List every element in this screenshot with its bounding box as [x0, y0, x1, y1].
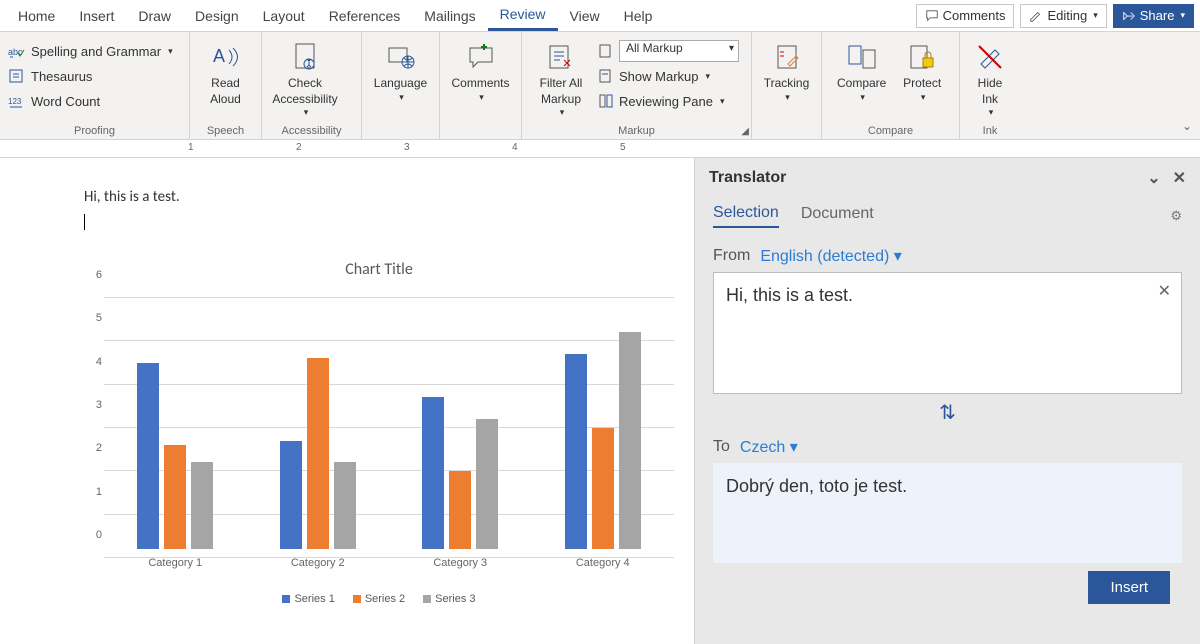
group-compare: Compare [830, 123, 951, 139]
clear-icon[interactable]: ✕ [1158, 281, 1171, 301]
group-ink: Ink [968, 123, 1012, 139]
gear-icon[interactable]: ⚙ [1170, 208, 1182, 224]
ribbon: abcSpelling and Grammar▾ Thesaurus 123Wo… [0, 32, 1200, 140]
bar [280, 441, 302, 549]
to-language[interactable]: Czech ▾ [740, 437, 798, 457]
translator-pane: Translator ⌄ ✕ Selection Document ⚙ From… [694, 158, 1200, 644]
bar [476, 419, 498, 549]
editing-button[interactable]: Editing▾ [1020, 4, 1106, 28]
bar [619, 332, 641, 549]
group-proofing: Proofing [8, 123, 181, 139]
tab-document[interactable]: Document [801, 205, 874, 227]
from-label: From [713, 247, 750, 265]
text-cursor [84, 214, 85, 230]
tracking[interactable]: Tracking▾ [760, 36, 813, 103]
swap-languages[interactable]: ⇅ [713, 400, 1182, 425]
body-text[interactable]: Hi, this is a test. [84, 188, 694, 206]
ribbon-comments[interactable]: Comments▾ [448, 36, 513, 103]
ruler[interactable]: 1 2 3 4 5 [0, 140, 1200, 158]
collapse-ribbon[interactable]: ⌄ [1182, 119, 1192, 133]
bar [422, 397, 444, 549]
filter-markup[interactable]: Filter All Markup▾ [530, 36, 592, 119]
bar [164, 445, 186, 549]
bar [449, 471, 471, 549]
bar [334, 462, 356, 549]
chart-legend: Series 1Series 2Series 3 [84, 593, 674, 605]
document-area[interactable]: Hi, this is a test. Chart Title 0123456C… [0, 158, 694, 644]
tab-selection[interactable]: Selection [713, 204, 779, 228]
source-text[interactable]: Hi, this is a test. ✕ [713, 272, 1182, 394]
svg-text:123: 123 [8, 97, 22, 106]
group-speech: Speech [198, 123, 253, 139]
tab-help[interactable]: Help [612, 2, 665, 30]
group-accessibility: Accessibility [270, 123, 353, 139]
markup-dialog-launcher[interactable]: ◢ [741, 126, 749, 137]
check-accessibility[interactable]: Check Accessibility▾ [270, 36, 340, 119]
bar [137, 363, 159, 549]
share-button[interactable]: Share▾ [1113, 4, 1194, 28]
tab-references[interactable]: References [317, 2, 413, 30]
menu-tabs: Home Insert Draw Design Layout Reference… [0, 0, 1200, 32]
spelling-grammar[interactable]: abcSpelling and Grammar▾ [8, 40, 173, 62]
chart[interactable]: Chart Title 0123456Category 1Category 2C… [84, 260, 674, 605]
reviewing-pane[interactable]: Reviewing Pane▾ [598, 90, 739, 112]
chart-title: Chart Title [84, 260, 674, 279]
tab-view[interactable]: View [558, 2, 612, 30]
markup-icons[interactable]: All Markup [598, 40, 739, 62]
bar [191, 462, 213, 549]
read-aloud[interactable]: ARead Aloud [198, 36, 253, 107]
comments-button[interactable]: Comments [916, 4, 1015, 28]
show-markup[interactable]: Show Markup▾ [598, 65, 739, 87]
word-count[interactable]: 123Word Count [8, 90, 173, 112]
protect[interactable]: Protect▾ [893, 36, 951, 103]
markup-dropdown[interactable]: All Markup [619, 40, 739, 62]
tab-layout[interactable]: Layout [251, 2, 317, 30]
target-text: Dobrý den, toto je test. [713, 463, 1182, 563]
close-icon[interactable]: ✕ [1173, 168, 1186, 188]
compare[interactable]: Compare▾ [830, 36, 893, 103]
tab-review[interactable]: Review [488, 0, 558, 31]
hide-ink[interactable]: Hide Ink▾ [968, 36, 1012, 119]
thesaurus[interactable]: Thesaurus [8, 65, 173, 87]
chevron-down-icon[interactable]: ⌄ [1147, 168, 1160, 188]
bar [592, 428, 614, 549]
group-markup: Markup [530, 123, 743, 139]
pane-title: Translator [709, 169, 786, 187]
svg-text:A: A [213, 46, 225, 66]
tab-home[interactable]: Home [6, 2, 67, 30]
tab-mailings[interactable]: Mailings [412, 2, 487, 30]
bar [307, 358, 329, 549]
to-label: To [713, 438, 730, 456]
tab-draw[interactable]: Draw [126, 2, 183, 30]
bar [565, 354, 587, 549]
from-language[interactable]: English (detected) ▾ [760, 246, 901, 266]
tab-design[interactable]: Design [183, 2, 251, 30]
language[interactable]: Language▾ [370, 36, 431, 103]
insert-button[interactable]: Insert [1088, 571, 1170, 604]
tab-insert[interactable]: Insert [67, 2, 126, 30]
